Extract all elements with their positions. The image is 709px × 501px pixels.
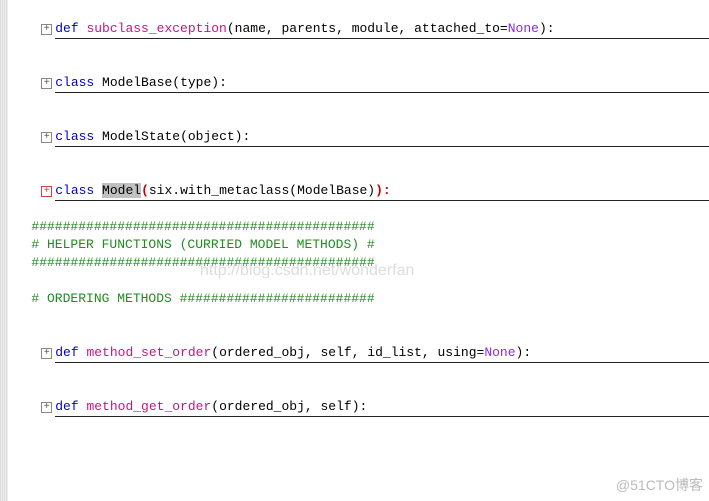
comment-line: ########################################… xyxy=(8,218,709,236)
fold-icon[interactable]: + xyxy=(41,24,52,35)
code-line-class-modelbase[interactable]: +class ModelBase(type): xyxy=(8,56,709,74)
keyword-def: def xyxy=(55,399,78,414)
fold-icon[interactable]: + xyxy=(41,402,52,413)
comment-line: # HELPER FUNCTIONS (CURRIED MODEL METHOD… xyxy=(8,236,709,254)
param-list: (name, parents, module, attached_to= xyxy=(227,21,508,36)
keyword-def: def xyxy=(55,345,78,360)
fold-icon[interactable]: + xyxy=(41,348,52,359)
code-line-class-model[interactable]: +class Model(six.with_metaclass(ModelBas… xyxy=(8,164,709,182)
code-editor: +def subclass_exception(name, parents, m… xyxy=(8,0,709,398)
comment-line: # ORDERING METHODS #####################… xyxy=(8,290,709,308)
code-line-def-method-get-order[interactable]: +def method_get_order(ordered_obj, self)… xyxy=(8,380,709,398)
code-line-def-subclass-exception[interactable]: +def subclass_exception(name, parents, m… xyxy=(8,2,709,20)
keyword-none: None xyxy=(508,21,539,36)
function-name: method_set_order xyxy=(86,345,211,360)
fold-icon[interactable]: + xyxy=(41,78,52,89)
class-name-highlighted: Model xyxy=(102,183,141,198)
keyword-class: class xyxy=(55,183,94,198)
fold-icon[interactable]: + xyxy=(41,132,52,143)
keyword-def: def xyxy=(55,21,78,36)
comment-line: ########################################… xyxy=(8,254,709,272)
code-line-class-modelstate[interactable]: +class ModelState(object): xyxy=(8,110,709,128)
watermark-text: @51CTO博客 xyxy=(616,475,703,495)
keyword-class: class xyxy=(55,129,94,144)
code-line-def-method-set-order[interactable]: +def method_set_order(ordered_obj, self,… xyxy=(8,326,709,344)
editor-gutter xyxy=(0,0,8,501)
class-name: ModelBase xyxy=(102,75,172,90)
function-name: subclass_exception xyxy=(86,21,226,36)
function-name: method_get_order xyxy=(86,399,211,414)
fold-icon[interactable]: + xyxy=(41,186,52,197)
keyword-class: class xyxy=(55,75,94,90)
keyword-none: None xyxy=(484,345,515,360)
class-name: ModelState xyxy=(102,129,180,144)
